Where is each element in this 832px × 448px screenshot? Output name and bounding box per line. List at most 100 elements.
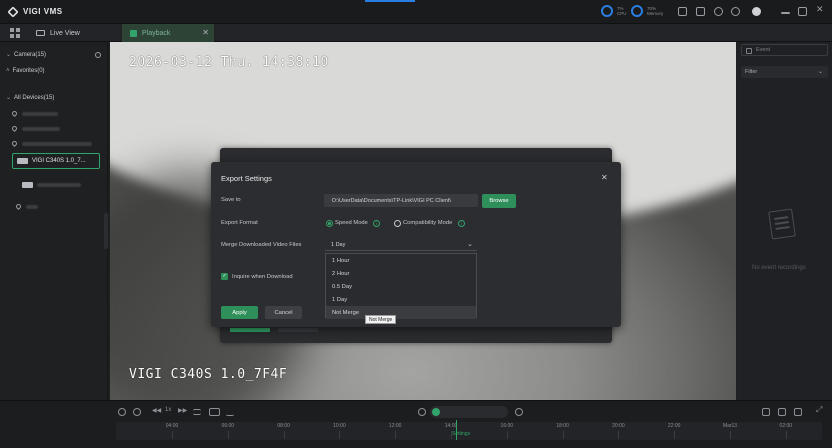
event-checkbox[interactable] [746,48,752,54]
info-icon[interactable]: i [373,220,380,227]
device-row[interactable] [10,139,92,148]
dropdown-option-1-day[interactable]: 1 Day [326,293,476,306]
compatibility-mode-radio[interactable] [394,220,401,227]
favorites-group[interactable]: ˄ Favorites(0) [6,68,45,74]
cancel-button[interactable]: Cancel [265,306,302,319]
user-avatar[interactable] [752,7,761,16]
timeline-tick-mark [283,431,285,439]
timeline-tick-label: 18:00 [556,423,569,429]
export-download-icon[interactable] [226,408,234,416]
device-row[interactable] [14,202,38,211]
timeline-cursor-label: Settings [452,431,471,437]
merge-files-select[interactable]: 1 Day ⌄ [325,239,477,251]
device-row[interactable] [10,109,58,118]
all-devices-group[interactable]: ⌄ All Devices(15) [6,94,54,102]
file-icon[interactable] [678,7,687,16]
dropdown-option-not-merge[interactable]: Not Merge [326,306,476,319]
app-logo: VIGI VMS [7,5,63,18]
expand-icon[interactable]: ⤢ [816,405,824,414]
location-pin-icon [14,202,23,211]
speed-mode-radio[interactable] [326,220,333,227]
time-play-dot [432,408,440,416]
timeline-tick-label: 22:00 [667,423,681,429]
selected-device-label: VIGI C340S 1.0_7... [32,158,86,164]
timeline-tick-mark [674,431,676,439]
selected-device-item[interactable]: VIGI C340S 1.0_7... [12,153,100,169]
camera-device-icon [17,158,28,164]
timeline-tick-mark [395,431,397,439]
search-icon[interactable] [95,52,101,58]
close-icon[interactable]: ✕ [601,173,608,182]
location-pin-icon [10,109,19,118]
device-row[interactable] [22,182,81,188]
layout-icon[interactable] [778,408,786,416]
timeline-tick-mark [618,431,620,439]
stop-icon[interactable] [133,408,141,416]
time-selector[interactable] [430,406,508,418]
export-format-label: Export Format [221,220,258,226]
camera-section-header[interactable]: ⌄ Camera(15) [6,51,46,59]
dropdown-option-half-day[interactable]: 0.5 Day [326,280,476,293]
event-filter-field[interactable]: Event [741,44,828,56]
tab-close-icon[interactable]: ✕ [202,28,209,37]
blurred-device-name [37,183,81,187]
chevron-down-icon: ⌄ [817,69,823,75]
download-icon[interactable] [696,7,705,16]
notification-bell-icon[interactable] [731,7,740,16]
save-path-field[interactable]: D:\UserData\Documents\TP-Link\VIGI PC Cl… [324,194,478,207]
speed-1x-icon[interactable]: 1x [165,407,171,413]
video-camera-name: VIGI C340S 1.0_7F4F [129,367,288,382]
camera-device-icon [22,182,33,188]
close-window-icon[interactable]: ✕ [816,4,825,14]
cpu-ring-icon [601,5,613,17]
forward-icon[interactable]: ▶▶ [178,407,187,414]
timeline-cursor[interactable] [456,420,457,440]
adjust-icon[interactable] [193,409,201,415]
blurred-device-name [26,204,38,209]
snapshot-icon[interactable] [794,408,802,416]
backward-time-icon[interactable] [418,408,426,416]
apply-button[interactable]: Apply [221,306,258,319]
browse-button[interactable]: Browse [482,194,516,208]
location-pin-icon [10,139,19,148]
favorites-label: Favorites(0) [12,68,45,74]
tab-live-view[interactable]: Live View [36,24,80,42]
settings-icon[interactable] [714,7,723,16]
timeline-tick-mark [730,431,731,439]
tab-playback[interactable]: Playback ✕ [122,24,214,42]
event-label: Event [756,47,771,53]
vms-app-window: VIGI VMS 7% CPU 70% Memory ✕ Live View Pla… [0,0,832,448]
save-to-label: Save to [221,197,241,203]
app-name: VIGI VMS [23,7,63,16]
forward-time-icon[interactable] [515,408,523,416]
sync-playback-icon[interactable] [209,408,220,416]
dropdown-option-1-hour[interactable]: 1 Hour [326,254,476,267]
info-icon[interactable]: i [458,220,465,227]
blurred-device-name [22,126,60,131]
chevron-down-icon: ⌄ [6,95,12,101]
inquire-checkbox[interactable]: ✓ [221,273,228,280]
dropdown-option-2-hour[interactable]: 2 Hour [326,267,476,280]
fullscreen-icon[interactable] [762,408,770,416]
minimize-icon[interactable] [781,12,790,14]
title-accent-line [365,0,415,2]
background-dialog-secondary-button [278,328,318,332]
sidebar-collapse-handle[interactable] [104,213,108,249]
grid-menu-icon[interactable] [10,28,20,38]
memory-usage: 70% Memory [631,5,663,17]
restore-icon[interactable] [798,7,807,16]
rewind-icon[interactable]: ◀◀ [152,407,161,414]
timeline-tick-label: 10:00 [333,423,346,429]
merge-files-label: Merge Downloaded Video Files [221,242,302,248]
blurred-device-name [22,141,92,146]
timeline-tick-label: 12:00 [388,423,402,429]
timeline-tick-mark [227,431,229,439]
background-dialog-primary-button [230,328,270,332]
device-row[interactable] [10,124,60,133]
timeline-tick-label: 06:00 [221,423,235,429]
filter-select[interactable]: Filter ⌄ [741,66,828,78]
tab-bar: Live View Playback ✕ [0,24,832,42]
previous-icon[interactable] [118,408,126,416]
tab-playback-label: Playback [142,29,171,37]
tab-live-view-label: Live View [50,29,80,37]
